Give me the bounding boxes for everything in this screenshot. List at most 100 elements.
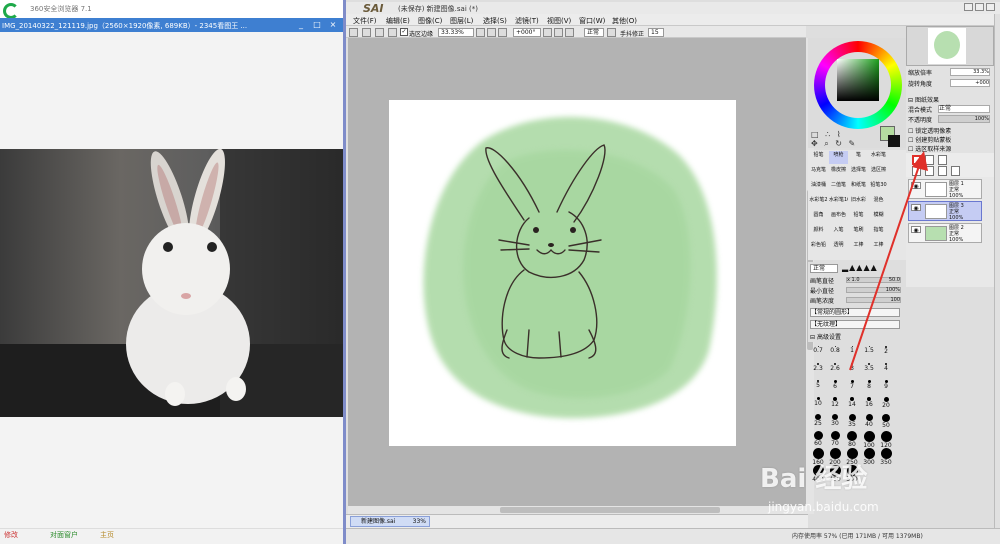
brush-size-preset[interactable]: 350: [878, 448, 894, 466]
sai-maximize-button[interactable]: [975, 3, 984, 11]
nav-angle-field[interactable]: +000: [950, 79, 990, 87]
menu-view[interactable]: 视图(V): [547, 16, 571, 26]
paper-effect-toggle[interactable]: ⊟ 图纸效果: [908, 95, 939, 104]
canvas-paper[interactable]: [389, 100, 736, 446]
rabbit-drawing: [423, 117, 717, 419]
brush-size-preset[interactable]: 10: [810, 397, 826, 407]
show-selection-icon[interactable]: [388, 28, 397, 37]
rotate-reset-icon[interactable]: [565, 28, 574, 37]
brush-size-preset[interactable]: 16: [861, 397, 877, 408]
brush-size-preset[interactable]: 8: [861, 380, 877, 390]
brush-size-preset[interactable]: 14: [844, 397, 860, 408]
brush-size-preset[interactable]: 80: [844, 431, 860, 448]
saturation-value-square[interactable]: [837, 59, 879, 101]
brush-size-preset[interactable]: 35: [844, 414, 860, 428]
sai-minimize-button[interactable]: [964, 3, 973, 11]
layer-panel-scrollbar[interactable]: [994, 14, 1000, 528]
advanced-settings-toggle[interactable]: ⊟ 高级设置: [810, 332, 841, 341]
flip-icon[interactable]: [607, 28, 616, 37]
zoom-field[interactable]: 33.33%: [438, 28, 474, 37]
clipping-label: 创建剪贴蒙板: [915, 137, 952, 144]
brush-size-preset[interactable]: 12: [827, 397, 843, 408]
taskbar-item[interactable]: 对面窗户: [50, 530, 78, 540]
canvas-horizontal-scroll-thumb[interactable]: [500, 507, 720, 513]
zoom-out-icon[interactable]: [476, 28, 485, 37]
lock-alpha-checkbox[interactable]: ☐ 锁定透明像素: [908, 126, 951, 135]
blend-mode-select[interactable]: 正常: [938, 105, 990, 113]
baidu-watermark: Bai 经验: [760, 464, 868, 494]
invert-selection-icon[interactable]: [362, 28, 371, 37]
maximize-button[interactable]: □: [312, 20, 322, 30]
antialias-checkbox[interactable]: ✓: [400, 28, 408, 36]
brush-size-value: 40: [865, 421, 873, 428]
rotate-left-icon[interactable]: [543, 28, 552, 37]
brush-size-preset[interactable]: 120: [878, 431, 894, 449]
zoom-in-icon[interactable]: [487, 28, 496, 37]
taskbar-item[interactable]: 主页: [100, 530, 114, 540]
menu-edit[interactable]: 编辑(E): [386, 16, 410, 26]
tool-paint[interactable]: 颜料: [809, 226, 828, 239]
delete-layer-icon[interactable]: [951, 166, 960, 176]
rotate-right-icon[interactable]: [554, 28, 563, 37]
brush-size-preset[interactable]: 2.3: [810, 363, 826, 372]
document-tab-zoom: 33%: [412, 518, 426, 525]
menu-select[interactable]: 选择(S): [483, 16, 507, 26]
tool-watercolor2[interactable]: 水彩笔2: [809, 196, 828, 209]
nav-zoom-field[interactable]: 33.3%: [950, 68, 990, 76]
document-tab[interactable]: 新建图像.sai 33%: [350, 516, 430, 527]
hide-selection-icon[interactable]: [375, 28, 384, 37]
brush-size-preset[interactable]: 60: [810, 431, 826, 447]
brush-size-value: 5: [816, 382, 820, 389]
brush-size-value: 0.7: [813, 347, 823, 354]
menu-other[interactable]: 其他(O): [612, 16, 637, 26]
brush-size-preset[interactable]: 30: [827, 414, 843, 427]
brush-size-preset[interactable]: 70: [827, 431, 843, 447]
minimize-button[interactable]: _: [296, 20, 306, 30]
close-button[interactable]: ×: [328, 20, 338, 30]
menu-image[interactable]: 图像(C): [418, 16, 442, 26]
opacity-slider[interactable]: 100%: [938, 115, 990, 123]
brush-size-value: 60: [814, 440, 822, 447]
brush-size-preset[interactable]: 9: [878, 380, 894, 390]
baidu-watermark-url: jingyan.baidu.com: [768, 500, 879, 514]
brush-size-dot: [880, 448, 892, 459]
brush-size-value: 50: [882, 422, 890, 429]
brush-size-preset[interactable]: 50: [878, 414, 894, 429]
brush-size-preset[interactable]: 100: [861, 431, 877, 449]
brush-size-preset[interactable]: 0.7: [810, 346, 826, 354]
brush-size-preset[interactable]: 25: [810, 414, 826, 427]
stabilizer-field[interactable]: 15: [648, 28, 664, 37]
tool-pencil[interactable]: 铅笔: [809, 151, 828, 164]
menu-window[interactable]: 窗口(W): [579, 16, 605, 26]
brush-size-value: 20: [882, 402, 890, 409]
document-tab-name: 新建图像.sai: [361, 518, 396, 525]
brush-mode-select[interactable]: 正常: [810, 264, 838, 273]
tool-color-pencil[interactable]: 彩色铅: [809, 241, 828, 254]
clipping-checkbox[interactable]: ☐ 创建剪贴蒙板: [908, 135, 951, 144]
memory-status: 内存使用率 57% (已用 171MB / 可用 1379MB): [792, 533, 923, 540]
display-mode-select[interactable]: 正常: [584, 28, 604, 37]
brush-size-preset[interactable]: 20: [878, 397, 894, 409]
brush-size-value: 70: [831, 440, 839, 447]
browser-title: 360安全浏览器 7.1: [30, 5, 92, 13]
layer-name: 图层 1 正常 100%: [949, 181, 964, 199]
taskbar-item[interactable]: 修改: [4, 530, 18, 540]
angle-field[interactable]: +000°: [513, 28, 541, 37]
brush-size-preset[interactable]: 6: [827, 380, 843, 390]
tool-round[interactable]: 圆角: [809, 211, 828, 224]
brush-size-preset[interactable]: 40: [861, 414, 877, 428]
advanced-settings-label: 高级设置: [816, 334, 841, 341]
brush-size-preset[interactable]: 7: [844, 380, 860, 390]
tool-marker[interactable]: 马克笔: [809, 166, 828, 179]
tool-bucket[interactable]: 油漆桶: [809, 181, 828, 194]
rabbit-illustration: [0, 148, 343, 417]
menu-file[interactable]: 文件(F): [353, 16, 377, 26]
deselect-icon[interactable]: [349, 28, 358, 37]
menu-layer[interactable]: 图层(L): [450, 16, 473, 26]
menu-filter[interactable]: 滤镜(T): [515, 16, 539, 26]
zoom-reset-icon[interactable]: [498, 28, 507, 37]
menubar: [346, 14, 1000, 26]
sai-close-button[interactable]: [986, 3, 995, 11]
brush-size-preset[interactable]: 5: [810, 380, 826, 389]
brush-size-value: 14: [848, 401, 856, 408]
